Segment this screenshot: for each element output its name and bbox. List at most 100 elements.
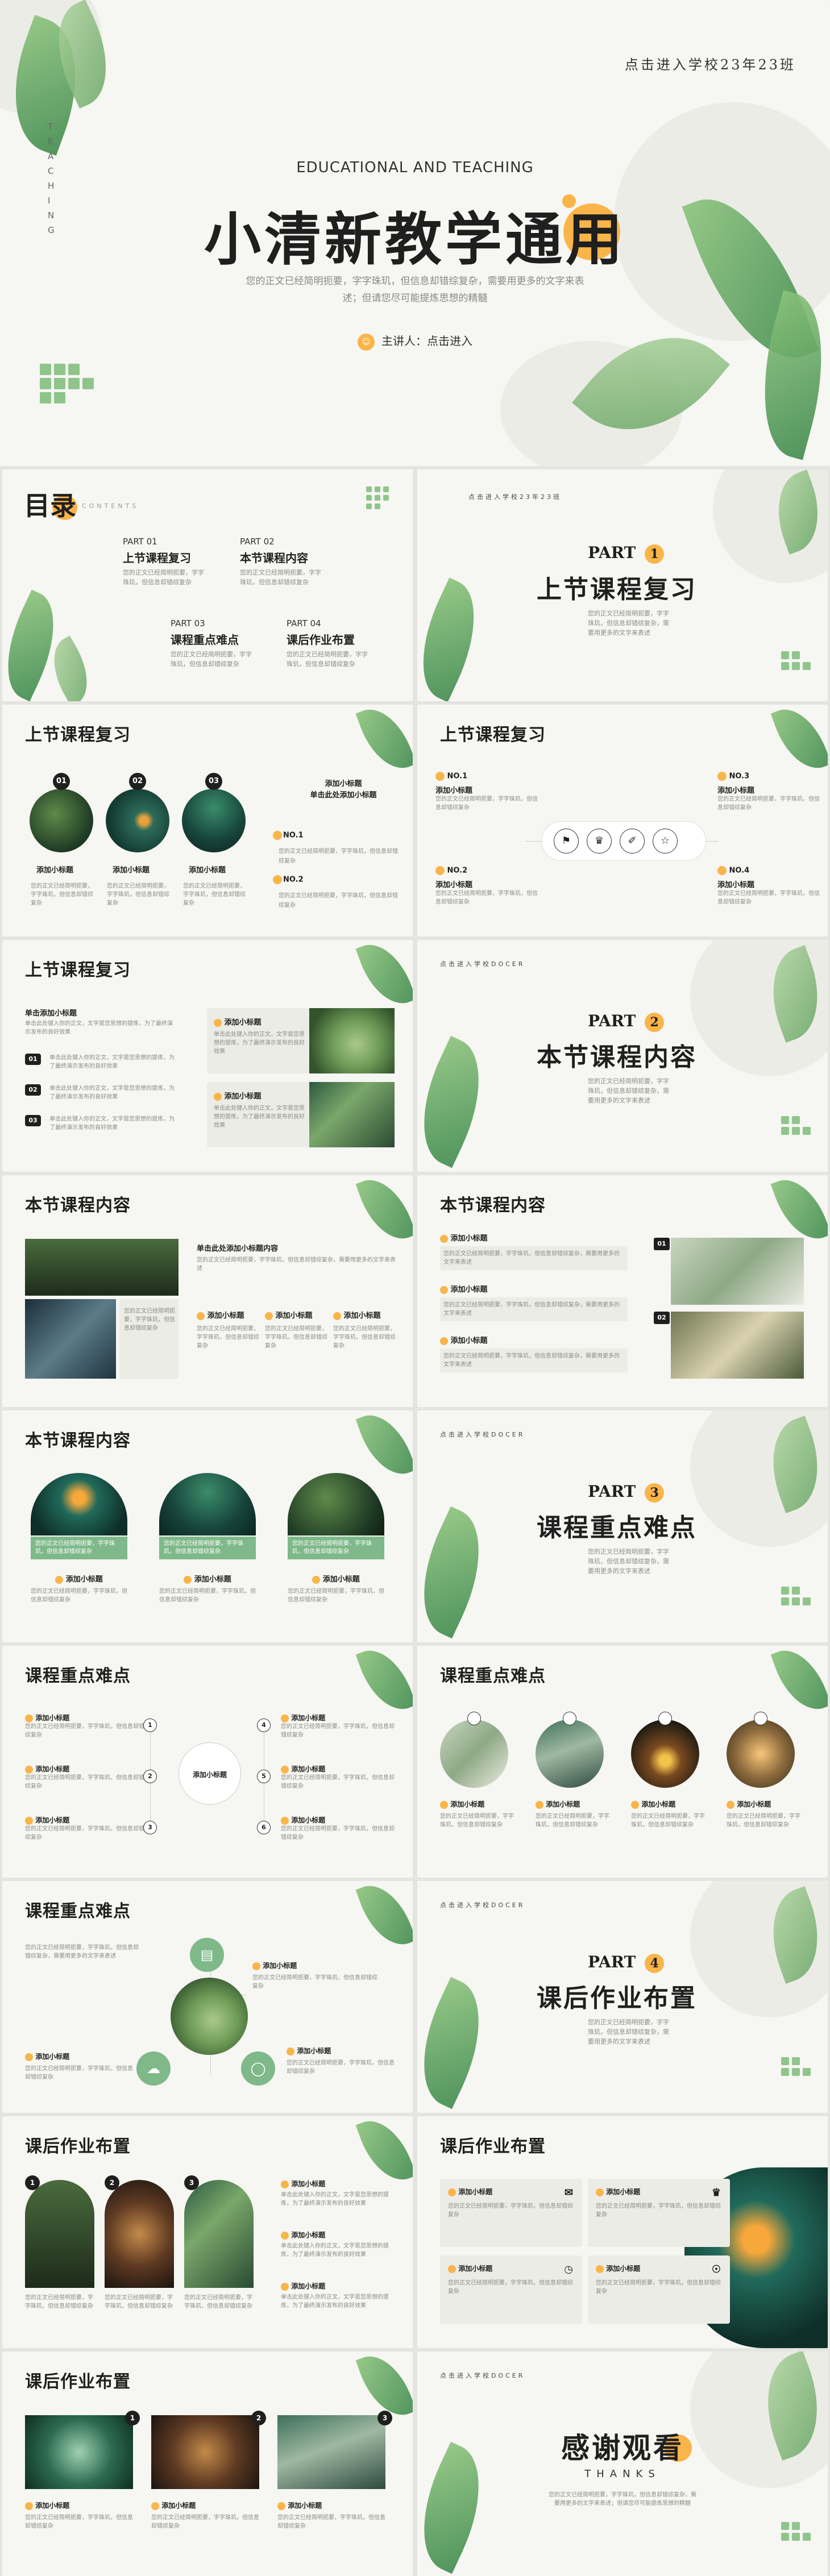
dots-decoration [781, 2522, 811, 2541]
body-text: 您的正文已经简明扼要，字字珠玑，但信息却错综复杂 [31, 883, 93, 906]
body-text: 您的正文已经简明扼要，字字珠玑，但信息却错综复杂，需要用更多的文字来表述 [25, 1945, 139, 1959]
list-item: 03 单击此处键入你的正文，文字是您思想的提炼，为了最终演示发布的良好效果 [25, 1115, 184, 1132]
num-badge: 02 [654, 1312, 670, 1324]
num-badge: 4 [257, 1718, 271, 1732]
icon-row: ⚑ ♛ ✐ ☆ [554, 829, 678, 854]
sub-block: 添加小标题 您的正文已经简明扼要，字字珠玑，但信息却错综复杂 [536, 1800, 609, 1828]
key-slide-1: 课程重点难点 添加小标题 添加小标题 您的正文已经简明扼要，字字珠玑，但信息却错… [2, 1646, 413, 1878]
arch-image-3 [288, 1473, 384, 1535]
review-image-2 [106, 789, 169, 852]
leaf-decoration [355, 940, 413, 1013]
review-slide-2: 上节课程复习 ⚑ ♛ ✐ ☆ NO.1 添加小标题 您的正文已经简明扼要，字字珠玑，但… [417, 705, 828, 937]
dot-badge [754, 1712, 767, 1725]
section-desc: 您的正文已经简明扼要，字字珠玑，但信息却错综复杂，需要用更多的文字来表述 [588, 1077, 669, 1104]
location-icon: ☉ [711, 2263, 721, 2275]
leaf-decoration [770, 1646, 828, 1719]
num-badge: 1 [125, 2411, 140, 2425]
image-plant-2 [671, 1312, 804, 1379]
slide-title: 课程重点难点 [25, 1901, 131, 1921]
num-badge: 01 [53, 773, 70, 790]
body-text: 您的正文已经简明扼要，字字珠玑，但信息却错综复杂 [25, 2295, 93, 2309]
left-heading: 单击添加小标题 [25, 1009, 77, 1018]
content-block: 添加小标题 您的正文已经简明扼要，字字珠玑，但信息却错综复杂，需要用更多的文字来… [440, 1283, 628, 1321]
section-title: 本节课程内容 [537, 1043, 697, 1072]
main-title-text: 小清新教学通 [204, 206, 566, 273]
succulent-image [25, 1239, 179, 1296]
homework-slide-3: 课后作业布置 1 2 3 添加小标题 您的正文已经简明扼要，字字珠玑，但信息却错… [2, 2352, 413, 2576]
list-item: 02 单击此处键入你的正文，文字是您思想的提炼，为了最终演示发布的良好效果 [25, 1084, 184, 1101]
subheading: 添加小标题 [113, 866, 150, 875]
slide-title: 上节课程复习 [440, 725, 546, 745]
body-text: 您的正文已经简明扼要，字字珠玑，但信息却错综复杂 [184, 2295, 252, 2309]
card-text: 添加小标题 单击此处键入你的正文，文字是您思想的提炼，为了最终演示发布的良好效果 [214, 1092, 305, 1129]
crown-icon: ♛ [711, 2187, 721, 2199]
key-item: 添加小标题 您的正文已经简明扼要，字字珠玑，但信息却错综复杂 [252, 1962, 377, 1990]
toc-slide: 目录 CONTENTS PART 01 上节课程复习 您的正文已经简明扼要，字字… [2, 469, 413, 701]
section-top-text: 点击进入学校DOCER [440, 1901, 525, 1909]
card-text: 添加小标题 ✉ 您的正文已经简明扼要，字字珠玑，但信息却错综复杂 [448, 2187, 573, 2218]
section-slide-4: 点击进入学校DOCER PART 4 课后作业布置 您的正文已经简明扼要，字字珠… [417, 1881, 828, 2113]
dots-decoration [781, 1116, 811, 1135]
num-badge: 02 [129, 773, 146, 790]
leaf-decoration [417, 1035, 503, 1168]
thanks-top-text: 点击进入学校DOCER [440, 2372, 525, 2379]
num-badge: 2 [251, 2411, 266, 2425]
section-top-text: 点击进入学校DOCER [440, 1431, 525, 1438]
toc-item-1[interactable]: PART 01 上节课程复习 您的正文已经简明扼要，字字珠玑，但信息却错综复杂 [123, 536, 236, 587]
main-title: 小清新教学通用 [0, 193, 830, 276]
key-item: 添加小标题 您的正文已经简明扼要，字字珠玑，但信息却错综复杂 [25, 2053, 133, 2080]
body-text: 您的正文已经简明扼要，字字珠玑，但信息却错综复杂 [279, 893, 398, 909]
no3-block: NO.3 添加小标题 您的正文已经简明扼要，字字珠玑，但信息却错综复杂 [717, 772, 820, 811]
dots-decoration [781, 1587, 811, 1605]
key-item-right: 添加小标题 您的正文已经简明扼要，字字珠玑，但信息却错综复杂 [281, 1714, 395, 1738]
arch-image-2 [105, 2180, 174, 2288]
star-icon: ☆ [653, 829, 678, 854]
toc-item-3[interactable]: PART 03 课程重点难点 您的正文已经简明扼要，字字珠玑，但信息却错综复杂 [171, 618, 284, 669]
num-badge: 2 [105, 2175, 119, 2190]
arch-image-3 [184, 2180, 254, 2288]
round-image-2 [536, 1720, 604, 1788]
no2-block: NO.2 添加小标题 您的正文已经简明扼要，字字珠玑，但信息却错综复杂 [435, 866, 538, 905]
toc-item-2[interactable]: PART 02 本节课程内容 您的正文已经简明扼要，字字珠玑，但信息却错综复杂 [240, 536, 354, 587]
leaf-decoration [417, 577, 496, 701]
class-text: 点击进入学校23年23班 [624, 57, 796, 73]
section-part: PART 2 [588, 1012, 665, 1032]
leaf-decoration [355, 1410, 413, 1484]
chart-icon: ▤ [190, 1938, 224, 1972]
content-block: 添加小标题 您的正文已经简明扼要，字字珠玑，但信息却错综复杂，需要用更多的文字来… [440, 1334, 628, 1372]
review-slide-1: 上节课程复习 01 02 03 添加小标题 添加小标题 添加小标题 您的正文已经… [2, 705, 413, 937]
leaf-decoration [417, 1506, 503, 1639]
content-slide-1: 本节课程内容 您的正文已经简明扼要，字字珠玑，但信息却错综复杂 单击此处添加小标… [2, 1175, 413, 1407]
subheading: 添加小标题 [36, 866, 74, 875]
slide-title: 课后作业布置 [440, 2137, 546, 2157]
section-number: 2 [645, 1013, 665, 1032]
slide-title: 课后作业布置 [25, 2372, 131, 2392]
body-text: 您的正文已经简明扼要，字字珠玑，但信息却错综复杂，需要用更多的文字来表述 [197, 1257, 396, 1272]
content-slide-2: 本节课程内容 添加小标题 您的正文已经简明扼要，字字珠玑，但信息却错综复杂，需要… [417, 1175, 828, 1407]
sub-block: 添加小标题 您的正文已经简明扼要，字字珠玑，但信息却错综复杂 [727, 1800, 800, 1828]
slide-title: 课后作业布置 [25, 2137, 131, 2157]
toc-item-4[interactable]: PART 04 课后作业布置 您的正文已经简明扼要，字字珠玑，但信息却错综复杂 [287, 618, 400, 669]
round-image-3 [631, 1720, 699, 1788]
homework-slide-2: 课后作业布置 添加小标题 ✉ 您的正文已经简明扼要，字字珠玑，但信息却错综复杂 添… [417, 2116, 828, 2348]
key-item-left: 添加小标题 您的正文已经简明扼要，字字珠玑，但信息却错综复杂 [25, 1765, 144, 1790]
pen-icon: ✐ [620, 829, 645, 854]
slide-title: 本节课程内容 [440, 1196, 546, 1216]
num-badge: 3 [377, 2411, 392, 2425]
slide-title: 本节课程内容 [25, 1431, 131, 1451]
slide-title: 本节课程内容 [25, 1196, 131, 1216]
leaf-decoration [355, 705, 413, 778]
num-badge: 3 [184, 2175, 199, 2190]
section-part: PART 4 [588, 1953, 665, 1973]
no1-label: NO.1 [273, 831, 304, 840]
slide-title: 上节课程复习 [25, 725, 131, 745]
title-highlight: 用 [562, 193, 626, 276]
review-image-1 [30, 789, 93, 852]
en-title: EDUCATIONAL AND TEACHING [296, 159, 534, 176]
card-text: 添加小标题 ◷ 您的正文已经简明扼要，字字珠玑，但信息却错综复杂 [448, 2263, 573, 2295]
section-part: PART 3 [588, 1482, 665, 1503]
cover-desc: 您的正文已经简明扼要，字字珠玑，但信息却错综复杂，需要用更多的文字来表述；但请您… [246, 276, 584, 304]
slide-title: 上节课程复习 [25, 960, 131, 980]
center-image [171, 1978, 248, 2055]
slide-title: 课程重点难点 [440, 1666, 546, 1686]
